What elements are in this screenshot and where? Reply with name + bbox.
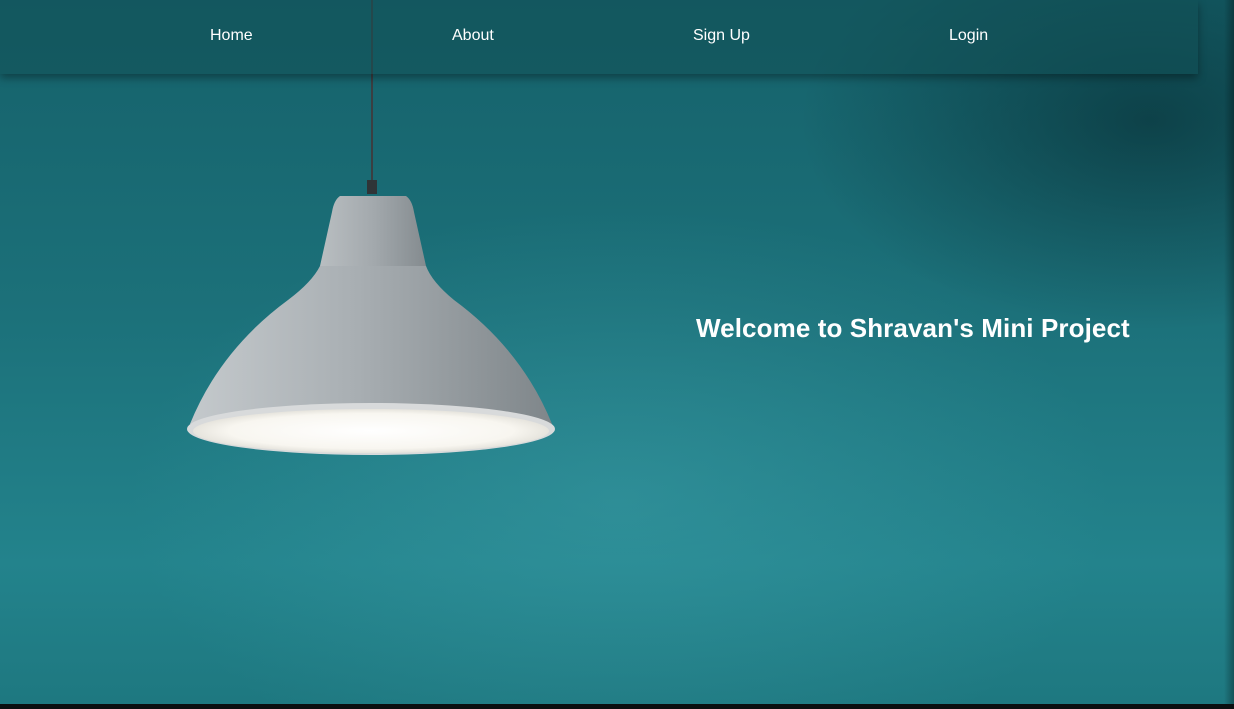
- nav-link-home[interactable]: Home: [210, 26, 253, 46]
- bottom-edge-bar: [0, 704, 1234, 709]
- nav-link-sign-up[interactable]: Sign Up: [693, 26, 750, 46]
- top-navbar: Home About Sign Up Login: [0, 0, 1198, 74]
- welcome-heading: Welcome to Shravan's Mini Project: [696, 313, 1130, 343]
- nav-link-login[interactable]: Login: [949, 26, 988, 46]
- nav-link-about[interactable]: About: [452, 26, 494, 46]
- right-shadow-edge: [1224, 0, 1234, 704]
- hero-section: Home About Sign Up Login Welcome to Shra…: [0, 0, 1234, 704]
